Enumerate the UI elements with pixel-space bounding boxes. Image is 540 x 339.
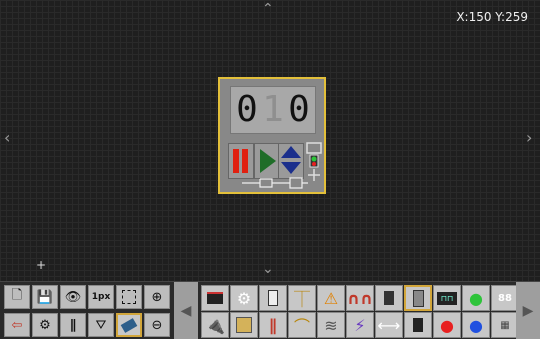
part-ic-chip[interactable] xyxy=(404,312,432,338)
eraser-icon xyxy=(120,317,138,333)
switch-icon xyxy=(268,290,278,306)
exit-door-icon: ⇦ xyxy=(11,317,23,333)
chevron-left-icon: ‹ xyxy=(4,128,11,147)
toolbar: 🗋 💾 👁 1px ⊕ ⇦ ⚙ ∥ ⛛ ⊖ ◀ ⚙ ⏉ ⚠ ∩∩ ⊓⊓ ● 88… xyxy=(0,281,540,339)
part-battery[interactable] xyxy=(201,285,229,311)
part-oscilloscope[interactable]: ⊓⊓ xyxy=(433,285,461,311)
crosshair-icon: + xyxy=(36,258,47,272)
part-green-led[interactable]: ● xyxy=(462,285,490,311)
line-width-label: 1px xyxy=(91,292,111,302)
heater-coil-icon: ∩∩ xyxy=(347,288,373,308)
red-led-icon: ● xyxy=(440,315,454,335)
part-laser[interactable]: ⚠ xyxy=(317,285,345,311)
green-led-icon: ● xyxy=(469,288,483,308)
generator-icon: ⚙ xyxy=(236,288,252,308)
tap-button[interactable]: ⛛ xyxy=(88,313,114,337)
power-plug-icon xyxy=(384,291,394,305)
tap-icon: ⛛ xyxy=(95,317,107,333)
document-icon: 🗋 xyxy=(11,288,23,303)
plug-icon: 🔌 xyxy=(205,315,225,335)
gear-icon: ⚙ xyxy=(39,317,51,333)
part-wire-junction[interactable]: ⏉ xyxy=(288,285,316,311)
chip-array-icon: ▦ xyxy=(500,319,510,331)
probes-icon: ∥ xyxy=(269,315,277,335)
new-file-button[interactable]: 🗋 xyxy=(4,285,30,309)
part-heater-coil[interactable]: ∩∩ xyxy=(346,285,374,311)
view-button[interactable]: 👁 xyxy=(60,285,86,309)
coordinates-readout: X:150 Y:259 xyxy=(456,10,528,24)
chevron-left-icon: ◀ xyxy=(180,302,192,319)
counter-digit: 1 xyxy=(262,89,284,130)
stop-button[interactable] xyxy=(228,143,254,179)
part-coil[interactable]: ≋ xyxy=(317,312,345,338)
spark-gap-icon: ⚡ xyxy=(354,315,366,335)
part-transformer[interactable] xyxy=(230,312,258,338)
part-wire-bend[interactable]: ⌒ xyxy=(288,312,316,338)
transformer-box-icon xyxy=(236,317,252,333)
eraser-button[interactable] xyxy=(116,313,142,337)
wire-bend-icon: ⌒ xyxy=(293,317,310,336)
ic-chip-icon: 88 xyxy=(498,292,512,304)
pan-right-button[interactable]: › xyxy=(526,128,533,147)
pan-down-button[interactable]: ⌄ xyxy=(262,262,274,276)
chevron-right-icon: › xyxy=(526,128,533,147)
chevron-down-icon: ⌄ xyxy=(262,261,274,277)
part-red-led[interactable]: ● xyxy=(433,312,461,338)
zoom-in-icon: ⊕ xyxy=(151,289,163,305)
counter-digit: 0 xyxy=(288,89,310,130)
part-ic-chip-88[interactable]: 88 xyxy=(491,285,519,311)
counter-component[interactable]: 0 1 0 xyxy=(218,77,326,194)
play-button[interactable] xyxy=(254,143,280,179)
battery-icon xyxy=(207,292,223,304)
save-button[interactable]: 💾 xyxy=(32,285,58,309)
part-resistor[interactable]: ⟷ xyxy=(375,312,403,338)
parts-scroll-right-button[interactable]: ▶ xyxy=(516,282,540,339)
part-power-plug[interactable] xyxy=(375,285,403,311)
part-battery-cell[interactable] xyxy=(404,285,432,311)
exit-button[interactable]: ⇦ xyxy=(4,313,30,337)
ic-chip-icon xyxy=(413,318,423,332)
pause-icon: ∥ xyxy=(69,317,77,333)
chevron-up-icon: ⌃ xyxy=(262,1,274,17)
line-width-button[interactable]: 1px xyxy=(88,285,114,309)
blue-led-icon: ● xyxy=(469,315,483,335)
wire-junction-icon: ⏉ xyxy=(293,290,310,309)
floppy-disk-icon: 💾 xyxy=(36,289,54,305)
settings-button[interactable]: ⚙ xyxy=(32,313,58,337)
select-area-button[interactable] xyxy=(116,285,142,309)
part-probes[interactable]: ∥ xyxy=(259,312,287,338)
eye-icon: 👁 xyxy=(64,289,82,305)
count-up-down-button[interactable] xyxy=(278,143,304,179)
dashed-square-icon xyxy=(122,290,136,304)
zoom-out-button[interactable]: ⊖ xyxy=(144,313,170,337)
counter-digit: 0 xyxy=(236,89,258,130)
part-blue-led[interactable]: ● xyxy=(462,312,490,338)
part-plug[interactable]: 🔌 xyxy=(201,312,229,338)
pause-button[interactable]: ∥ xyxy=(60,313,86,337)
zoom-out-icon: ⊖ xyxy=(151,317,163,333)
arrow-up-icon xyxy=(281,146,301,158)
zoom-in-button[interactable]: ⊕ xyxy=(144,285,170,309)
oscilloscope-icon: ⊓⊓ xyxy=(437,291,457,305)
part-switch[interactable] xyxy=(259,285,287,311)
circuit-traces-icon xyxy=(242,177,308,189)
laser-hazard-icon: ⚠ xyxy=(323,288,339,308)
part-spark-gap[interactable]: ⚡ xyxy=(346,312,374,338)
part-generator[interactable]: ⚙ xyxy=(230,285,258,311)
part-chip-array[interactable]: ▦ xyxy=(491,312,519,338)
coil-icon: ≋ xyxy=(324,315,338,335)
chevron-right-icon: ▶ xyxy=(522,302,534,319)
counter-display: 0 1 0 xyxy=(230,86,316,134)
pan-up-button[interactable]: ⌃ xyxy=(262,2,274,16)
resistor-arrow-icon: ⟷ xyxy=(377,315,401,335)
parts-scroll-left-button[interactable]: ◀ xyxy=(174,282,198,339)
pan-left-button[interactable]: ‹ xyxy=(4,128,11,147)
battery-cell-icon xyxy=(412,289,424,307)
arrow-down-icon xyxy=(281,162,301,174)
